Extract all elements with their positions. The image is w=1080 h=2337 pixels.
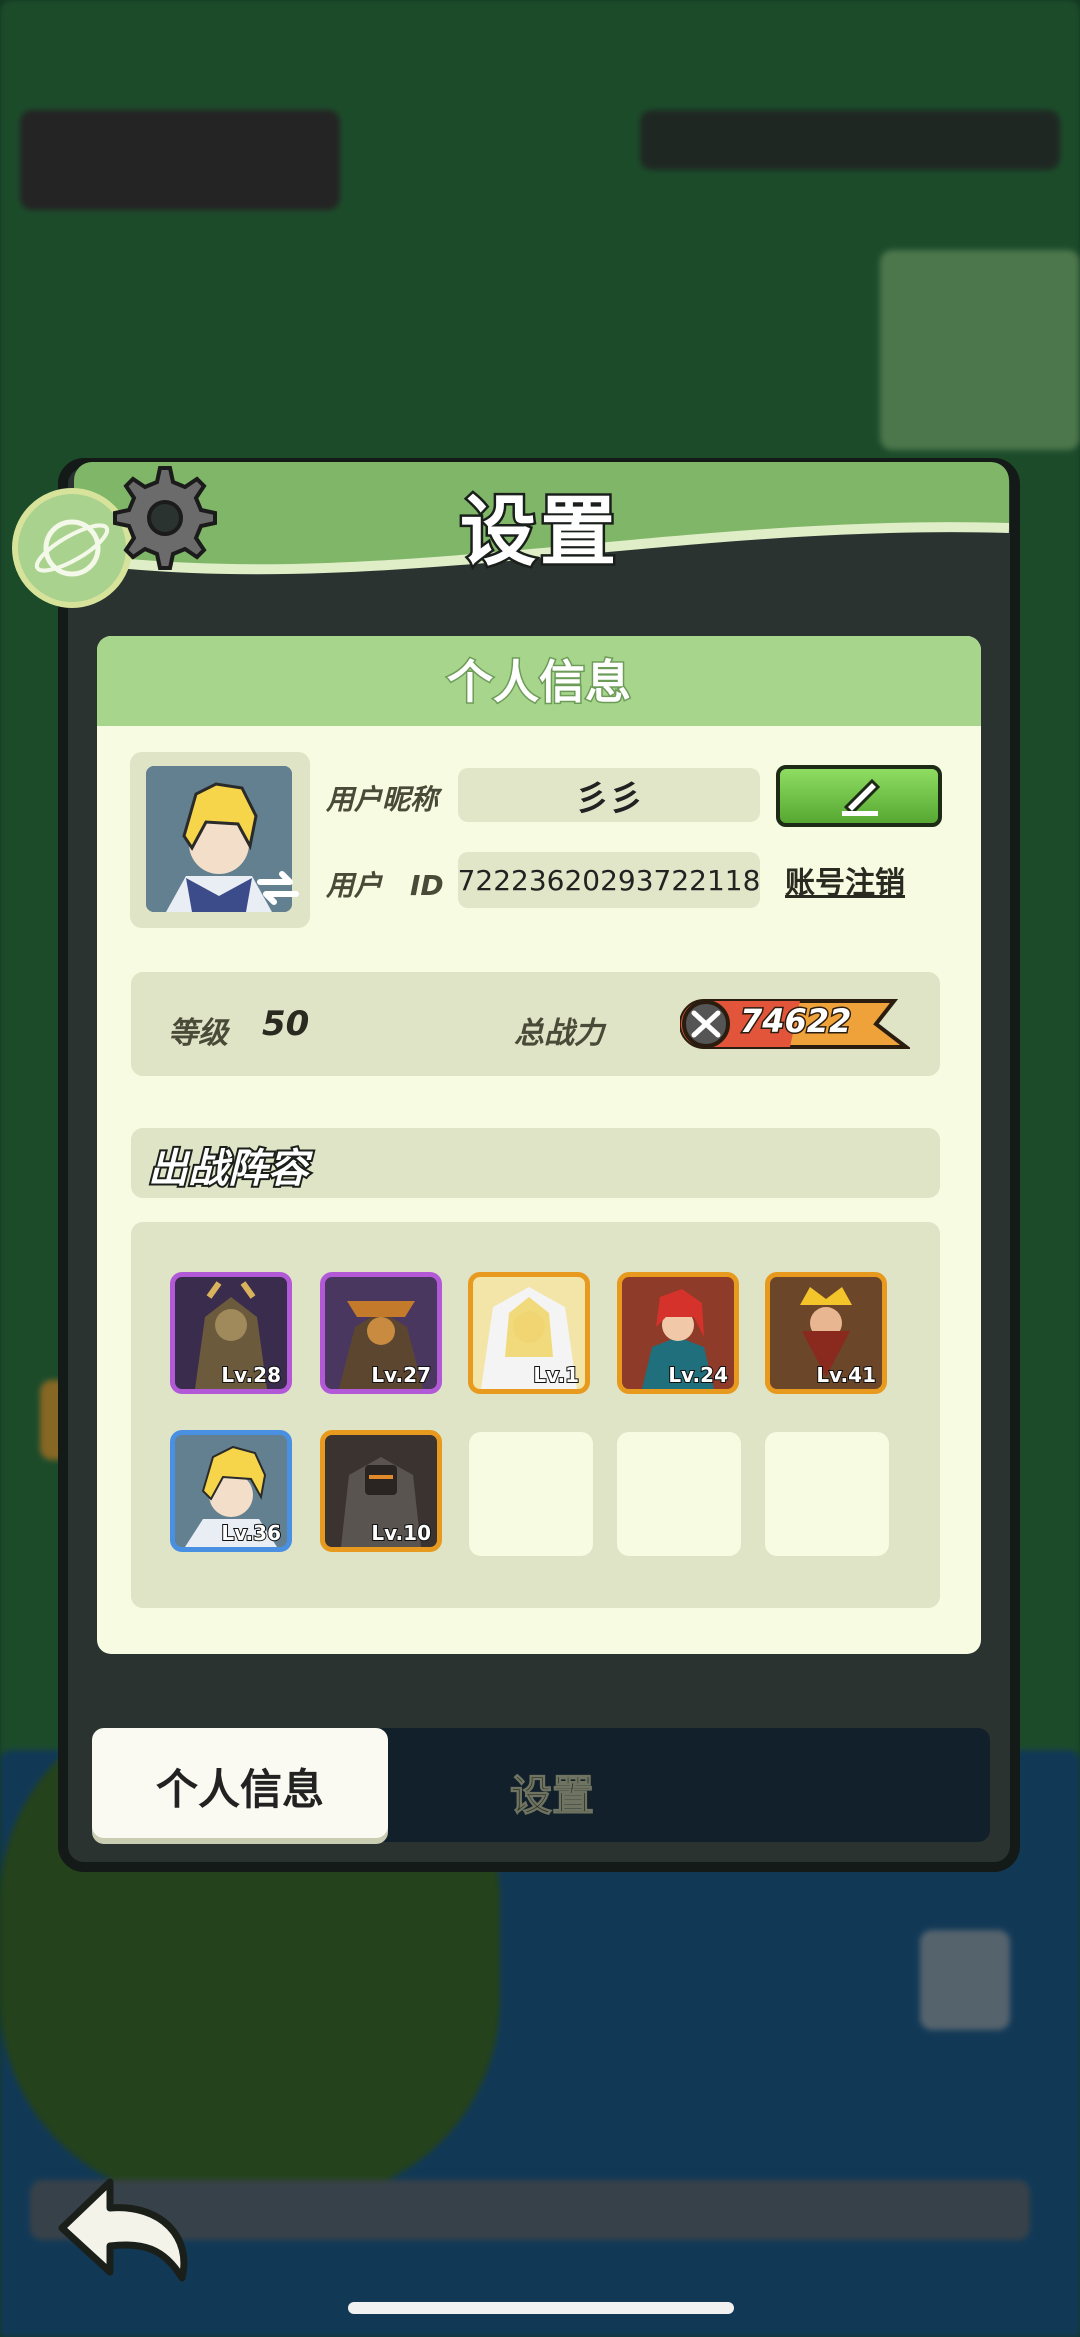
back-arrow-icon[interactable] — [52, 2168, 202, 2288]
hero-card[interactable]: Lv.1 — [468, 1272, 590, 1394]
edit-nickname-button[interactable] — [776, 765, 942, 827]
hero-level: Lv.10 — [370, 1520, 432, 1546]
power-value: 74622 — [738, 1001, 852, 1042]
tab-profile-label: 个人信息 — [155, 1765, 324, 1814]
tab-settings[interactable]: 设置 — [509, 1762, 594, 1823]
gear-icon — [113, 466, 217, 570]
nickname-label: 用户昵称 — [326, 783, 439, 816]
hero-card[interactable]: Lv.28 — [170, 1272, 292, 1394]
delete-account-link[interactable]: 账号注销 — [785, 858, 905, 902]
hero-card[interactable]: Lv.41 — [765, 1272, 887, 1394]
home-indicator[interactable] — [348, 2302, 734, 2314]
hero-level: Lv.1 — [532, 1362, 580, 1388]
hero-card[interactable]: Lv.24 — [617, 1272, 739, 1394]
level-label: 等级 — [168, 1016, 228, 1051]
hero-level: Lv.27 — [370, 1362, 432, 1388]
dialog-title: 设置 — [458, 485, 620, 579]
power-label: 总战力 — [514, 1016, 604, 1051]
empty-hero-slot[interactable] — [765, 1432, 889, 1556]
pencil-icon — [842, 778, 881, 816]
empty-hero-slot[interactable] — [469, 1432, 593, 1556]
swap-icon[interactable] — [256, 870, 300, 906]
hero-level: Lv.41 — [815, 1362, 877, 1388]
empty-hero-slot[interactable] — [617, 1432, 741, 1556]
user-id-field: 72223620293722118 — [458, 852, 760, 908]
user-id-label: 用户 ID — [326, 869, 444, 902]
hero-card[interactable]: Lv.27 — [320, 1272, 442, 1394]
panel-title: 个人信息 — [446, 654, 633, 711]
hero-level: Lv.24 — [667, 1362, 729, 1388]
hero-level: Lv.28 — [220, 1362, 282, 1388]
level-value: 50 — [262, 1004, 310, 1044]
nickname-field: 彡彡 — [458, 768, 760, 822]
lineup-title: 出战阵容 — [146, 1144, 310, 1194]
hero-card[interactable]: Lv.36 — [170, 1430, 292, 1552]
hero-level: Lv.36 — [220, 1520, 282, 1546]
hero-card[interactable]: Lv.10 — [320, 1430, 442, 1552]
